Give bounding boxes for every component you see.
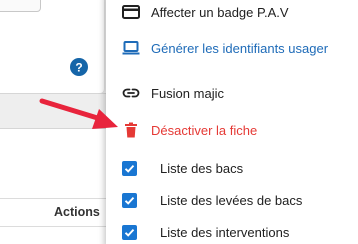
menu-item-label: Désactiver la fiche bbox=[151, 122, 258, 138]
menu-item-label: Générer les identifiants usager bbox=[151, 40, 329, 56]
menu-item-generer-identifiants[interactable]: Générer les identifiants usager bbox=[106, 30, 358, 66]
table-divider bbox=[0, 226, 110, 227]
trash-icon bbox=[125, 122, 137, 138]
checkbox-checked-icon[interactable] bbox=[122, 192, 137, 208]
checkbox-label: Liste des levées de bacs bbox=[160, 192, 303, 208]
menu-item-desactiver-fiche[interactable]: Désactiver la fiche bbox=[106, 112, 358, 148]
checkbox-item-liste-bacs[interactable]: Liste des bacs bbox=[106, 152, 358, 184]
help-circle-icon[interactable]: ? bbox=[70, 58, 88, 76]
gray-row bbox=[0, 93, 110, 129]
menu-item-affecter-badge[interactable]: Affecter un badge P.A.V bbox=[106, 0, 358, 30]
checkbox-item-liste-interventions[interactable]: Liste des interventions bbox=[106, 216, 358, 244]
menu-item-label: Fusion majic bbox=[151, 85, 224, 101]
card-button[interactable]: tation bbox=[0, 0, 41, 12]
checkbox-item-liste-levees[interactable]: Liste des levées de bacs bbox=[106, 184, 358, 216]
checkbox-checked-icon[interactable] bbox=[122, 160, 137, 176]
info-card: tation bbox=[0, 0, 104, 93]
checkbox-label: Liste des interventions bbox=[160, 224, 290, 240]
laptop-icon bbox=[122, 41, 140, 55]
checkbox-checked-icon[interactable] bbox=[122, 224, 137, 240]
link-icon bbox=[122, 88, 140, 98]
table-divider bbox=[0, 198, 110, 199]
svg-text:?: ? bbox=[75, 61, 82, 75]
badge-card-icon bbox=[122, 5, 140, 19]
menu-item-label: Affecter un badge P.A.V bbox=[151, 4, 289, 20]
actions-dropdown-menu: Affecter un badge P.A.V Générer les iden… bbox=[106, 0, 358, 244]
menu-item-fusion-majic[interactable]: Fusion majic bbox=[106, 75, 358, 111]
actions-column-header: Actions bbox=[54, 205, 100, 219]
checkbox-label: Liste des bacs bbox=[160, 160, 244, 176]
